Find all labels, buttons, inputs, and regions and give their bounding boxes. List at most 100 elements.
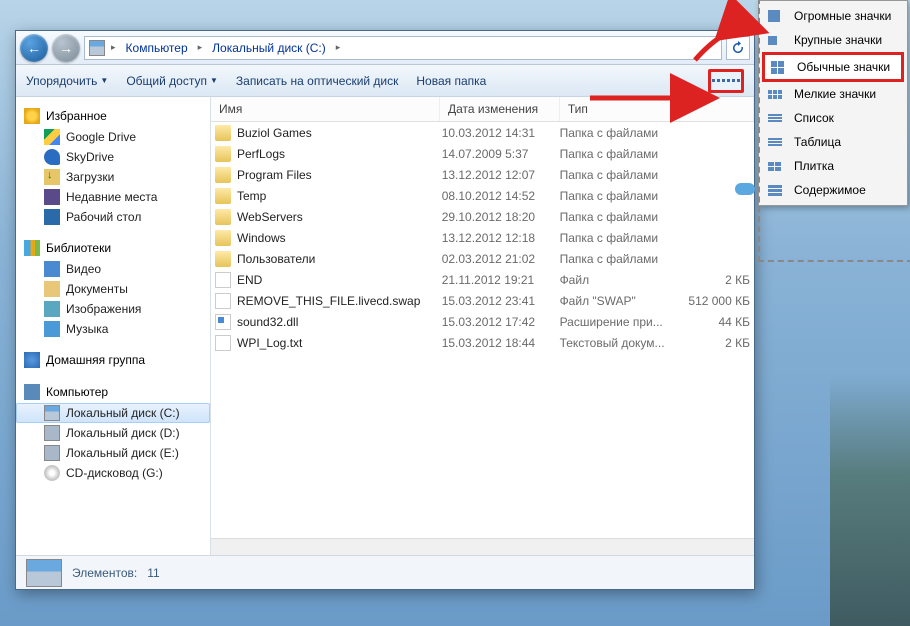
burn-button[interactable]: Записать на оптический диск <box>236 74 399 88</box>
file-size: 2 КБ <box>677 273 750 287</box>
file-name: END <box>237 273 262 287</box>
nav-item-googledrive[interactable]: Google Drive <box>16 127 210 147</box>
nav-item-recent[interactable]: Недавние места <box>16 187 210 207</box>
back-button[interactable]: ← <box>20 34 48 62</box>
col-name[interactable]: Имя <box>211 97 440 121</box>
desktop-background <box>830 376 910 626</box>
nav-computer[interactable]: Компьютер <box>16 381 210 403</box>
nav-item-skydrive[interactable]: SkyDrive <box>16 147 210 167</box>
folder-icon <box>215 146 231 162</box>
chevron-right-icon: ▸ <box>196 42 205 53</box>
nav-item-pictures[interactable]: Изображения <box>16 299 210 319</box>
view-option-table[interactable]: Таблица <box>762 130 904 154</box>
nav-item-music[interactable]: Музыка <box>16 319 210 339</box>
view-option-content[interactable]: Содержимое <box>762 178 904 202</box>
status-label: Элементов: <box>72 566 137 580</box>
explorer-body: Избранное Google Drive SkyDrive Загрузки… <box>16 97 754 555</box>
file-row[interactable]: Program Files13.12.2012 12:07Папка с фай… <box>211 164 754 185</box>
view-option-huge[interactable]: Огромные значки <box>762 4 904 28</box>
file-row[interactable]: PerfLogs14.07.2009 5:37Папка с файлами <box>211 143 754 164</box>
skydrive-icon <box>44 149 60 165</box>
libraries-icon <box>24 240 40 256</box>
file-type: Папка с файлами <box>560 126 678 140</box>
file-date: 15.03.2012 23:41 <box>442 294 560 308</box>
breadcrumb-seg-computer[interactable]: Компьютер <box>122 39 192 57</box>
file-name: WPI_Log.txt <box>237 336 302 350</box>
col-size[interactable] <box>680 97 754 121</box>
txt-icon <box>215 335 231 351</box>
view-option-med[interactable]: Обычные значки <box>762 52 904 82</box>
col-type[interactable]: Тип <box>560 97 680 121</box>
view-slider-indicator[interactable] <box>735 183 755 195</box>
video-icon <box>44 261 60 277</box>
nav-item-drive-g[interactable]: CD-дисковод (G:) <box>16 463 210 483</box>
nav-item-documents[interactable]: Документы <box>16 279 210 299</box>
file-type: Папка с файлами <box>560 147 678 161</box>
chevron-down-icon: ▼ <box>100 76 108 85</box>
file-row[interactable]: Buziol Games10.03.2012 14:31Папка с файл… <box>211 122 754 143</box>
file-row[interactable]: sound32.dll15.03.2012 17:42Расширение пр… <box>211 311 754 332</box>
view-option-label: Список <box>794 111 834 125</box>
view-option-label: Таблица <box>794 135 841 149</box>
explorer-window: ← → ▸ Компьютер ▸ Локальный диск (C:) ▸ … <box>15 30 755 590</box>
toolbar: Упорядочить▼ Общий доступ▼ Записать на о… <box>16 65 754 97</box>
nav-libraries[interactable]: Библиотеки <box>16 237 210 259</box>
file-size: 512 000 КБ <box>677 294 750 308</box>
breadcrumb-seg-drive[interactable]: Локальный диск (C:) <box>208 39 330 57</box>
view-option-list[interactable]: Список <box>762 106 904 130</box>
drive-icon <box>26 559 62 587</box>
nav-item-drive-e[interactable]: Локальный диск (E:) <box>16 443 210 463</box>
homegroup-icon <box>24 352 40 368</box>
file-type: Расширение при... <box>560 315 678 329</box>
organize-button[interactable]: Упорядочить▼ <box>26 74 108 88</box>
file-row[interactable]: Windows13.12.2012 12:18Папка с файлами <box>211 227 754 248</box>
nav-item-downloads[interactable]: Загрузки <box>16 167 210 187</box>
col-date[interactable]: Дата изменения <box>440 97 560 121</box>
file-type: Папка с файлами <box>560 189 678 203</box>
view-option-small[interactable]: Мелкие значки <box>762 82 904 106</box>
file-name: Buziol Games <box>237 126 312 140</box>
view-option-label: Крупные значки <box>794 33 882 47</box>
status-bar: Элементов: 11 <box>16 555 754 589</box>
file-row[interactable]: REMOVE_THIS_FILE.livecd.swap 15.03.2012 2… <box>211 290 754 311</box>
view-option-label: Содержимое <box>794 183 866 197</box>
file-name: Windows <box>237 231 286 245</box>
file-size: 44 КБ <box>677 315 750 329</box>
nav-homegroup[interactable]: Домашняя группа <box>16 349 210 371</box>
nav-item-drive-d[interactable]: Локальный диск (D:) <box>16 423 210 443</box>
dll-icon <box>215 314 231 330</box>
view-option-large[interactable]: Крупные значки <box>762 28 904 52</box>
view-med-icon <box>771 60 789 74</box>
file-list: Имя Дата изменения Тип Buziol Games10.03… <box>211 97 754 555</box>
file-type: Папка с файлами <box>560 210 678 224</box>
nav-item-desktop[interactable]: Рабочий стол <box>16 207 210 227</box>
share-button[interactable]: Общий доступ▼ <box>126 74 218 88</box>
file-date: 21.11.2012 19:21 <box>442 273 560 287</box>
pictures-icon <box>44 301 60 317</box>
file-row[interactable]: END21.11.2012 19:21Файл2 КБ <box>211 269 754 290</box>
new-folder-button[interactable]: Новая папка <box>416 74 486 88</box>
nav-favorites[interactable]: Избранное <box>16 105 210 127</box>
nav-item-video[interactable]: Видео <box>16 259 210 279</box>
change-view-button[interactable] <box>708 69 744 93</box>
file-row[interactable]: Temp08.10.2012 14:52Папка с файлами <box>211 185 754 206</box>
file-row[interactable]: Пользователи02.03.2012 21:02Папка с файл… <box>211 248 754 269</box>
refresh-button[interactable] <box>726 36 750 60</box>
file-name: Пользователи <box>237 252 315 266</box>
desktop-icon <box>44 209 60 225</box>
recent-icon <box>44 189 60 205</box>
chevron-down-icon: ▼ <box>210 76 218 85</box>
horizontal-scrollbar[interactable] <box>211 538 754 555</box>
address-box[interactable]: ▸ Компьютер ▸ Локальный диск (C:) ▸ <box>84 36 722 60</box>
view-option-tile[interactable]: Плитка <box>762 154 904 178</box>
file-name: REMOVE_THIS_FILE.livecd.swap <box>237 294 420 308</box>
file-row[interactable]: WPI_Log.txt15.03.2012 18:44Текстовый док… <box>211 332 754 353</box>
forward-button[interactable]: → <box>52 34 80 62</box>
nav-item-drive-c[interactable]: Локальный диск (C:) <box>16 403 210 423</box>
status-count: 11 <box>147 566 159 580</box>
navigation-pane: Избранное Google Drive SkyDrive Загрузки… <box>16 97 211 555</box>
hdd-icon <box>44 445 60 461</box>
file-row[interactable]: WebServers29.10.2012 18:20Папка с файлам… <box>211 206 754 227</box>
view-large-icon <box>768 33 786 47</box>
computer-icon <box>24 384 40 400</box>
